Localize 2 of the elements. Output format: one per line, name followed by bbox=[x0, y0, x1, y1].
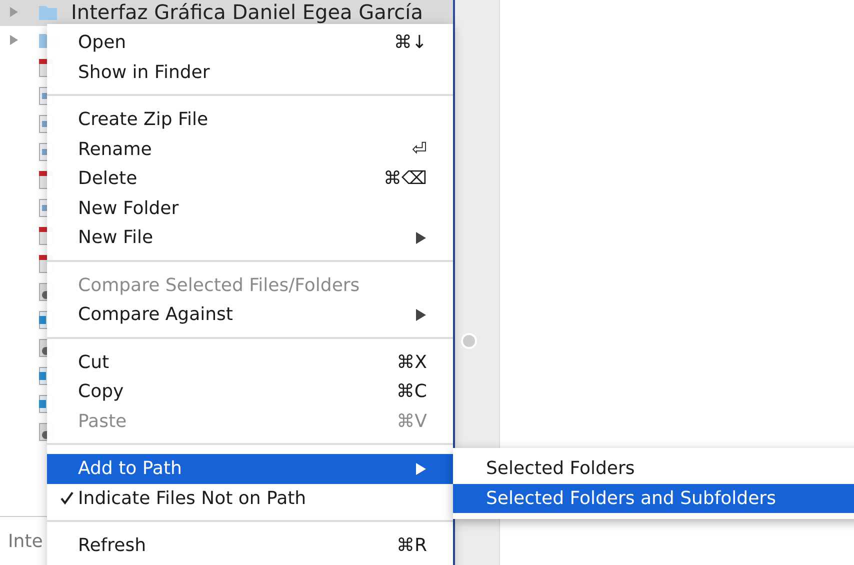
details-title: Inte bbox=[8, 530, 43, 552]
file-name: Interfaz Gráfica Daniel Egea García bbox=[71, 0, 423, 24]
